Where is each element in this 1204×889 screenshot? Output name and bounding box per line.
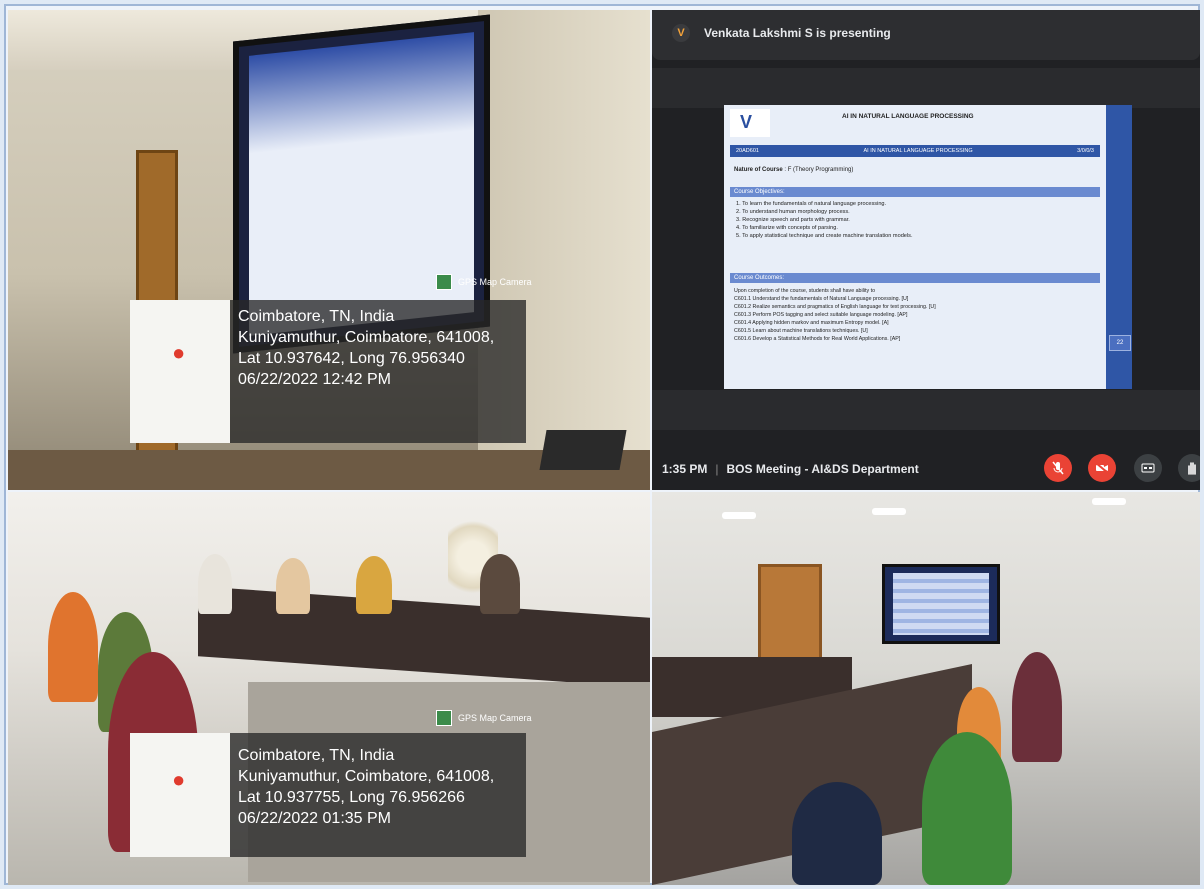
stage-band [652,68,1200,108]
course-code: 20AD601 [736,148,759,154]
gps-address: Kuniyamuthur, Coimbatore, 641008, [238,329,495,346]
gps-tag-label: GPS Map Camera [458,277,532,287]
projector-device [539,430,627,470]
gps-camera-tag: GPS Map Camera [436,710,532,726]
gps-coordinates: Lat 10.937642, Long 76.956340 [238,350,465,367]
objective-item: 1. To learn the fundamentals of natural … [736,201,887,207]
photo-conference-room-meeting: GPS Map Camera ● Coimbatore, TN, India K… [8,492,650,885]
gps-mini-map: ● [130,733,230,857]
ceiling-light [722,512,756,519]
participant [48,592,98,702]
objectives-header: Course Objectives: [730,187,1100,197]
gps-tag-label: GPS Map Camera [458,713,532,723]
participant [480,554,520,614]
raise-hand-icon[interactable] [1178,454,1200,482]
gps-camera-tag: GPS Map Camera [436,274,532,290]
objectives-list: 1. To learn the fundamentals of natural … [736,200,913,240]
slide-side-strip: 22 [1106,105,1132,389]
gps-timestamp: 06/22/2022 01:35 PM [238,810,392,827]
outcomes-intro: Upon completion of the course, students … [734,288,876,294]
objective-item: 5. To apply statistical technique and cr… [736,233,913,239]
nature-label: Nature of Course [734,167,783,173]
participant [922,732,1012,885]
outcome-item: C601.3 Perform POS tagging and select su… [734,312,908,318]
meeting-name: BOS Meeting - AI&DS Department [726,462,919,476]
outcome-item: C601.2 Realize semantics and pragmatics … [734,304,936,310]
outcome-item: C601.5 Learn about machine translations … [734,328,868,334]
ceiling-light [872,508,906,515]
participant [276,558,310,614]
captions-icon[interactable] [1134,454,1162,482]
gps-mini-map: ● [130,300,230,443]
map-pin-icon: ● [172,340,186,365]
outcomes-list: Upon completion of the course, students … [734,287,936,343]
course-header: 20AD601 AI IN NATURAL LANGUAGE PROCESSIN… [730,145,1100,157]
outcomes-header: Course Outcomes: [730,273,1100,283]
meeting-bottom-bar: 1:35 PM | BOS Meeting - AI&DS Department [662,462,919,476]
presentation-slide: V AI IN NATURAL LANGUAGE PROCESSING 20AD… [724,105,1106,389]
gps-timestamp: 06/22/2022 12:42 PM [238,371,392,388]
objective-item: 2. To understand human morphology proces… [736,209,850,215]
display-content [893,573,989,635]
gps-text: Coimbatore, TN, India Kuniyamuthur, Coim… [238,306,494,390]
wooden-door [758,564,822,666]
outcome-item: C601.1 Understand the fundamentals of Na… [734,296,909,302]
ceiling-light [1092,498,1126,505]
photo-classroom-projector: GPS Map Camera ● Coimbatore, TN, India K… [8,10,650,490]
mic-off-icon[interactable] [1044,454,1072,482]
gps-camera-icon [436,710,452,726]
course-name: AI IN NATURAL LANGUAGE PROCESSING [863,148,973,154]
participant [356,556,392,614]
presenter-avatar: V [672,24,690,42]
meeting-screenshot: V Venkata Lakshmi S is presenting V AI I… [652,10,1200,490]
camera-off-icon[interactable] [1088,454,1116,482]
gps-address: Kuniyamuthur, Coimbatore, 641008, [238,768,495,785]
course-credits: 3/0/0/3 [1077,148,1094,154]
stage-band-lower [652,390,1200,430]
presenter-status: Venkata Lakshmi S is presenting [704,26,891,40]
outcome-item: C601.6 Develop a Statistical Methods for… [734,336,901,342]
photo-room-with-display [652,492,1200,885]
nature-value: : F (Theory Programming) [784,167,854,173]
slide-page-number: 22 [1109,335,1131,351]
conference-table [198,586,650,688]
gps-info-box: ● Coimbatore, TN, India Kuniyamuthur, Co… [130,733,526,857]
meeting-time: 1:35 PM [662,462,708,476]
gps-location: Coimbatore, TN, India [238,747,395,764]
participant [1012,652,1062,762]
map-pin-icon: ● [172,767,186,792]
college-logo: V [730,109,770,137]
gps-info-box: ● Coimbatore, TN, India Kuniyamuthur, Co… [130,300,526,443]
wall-display [882,564,1000,644]
objective-item: 3. Recognize speech and parts with gramm… [736,217,850,223]
gps-coordinates: Lat 10.937755, Long 76.956266 [238,789,465,806]
nature-of-course: Nature of Course : F (Theory Programming… [734,167,853,173]
participant [198,554,232,614]
participant [792,782,882,885]
slide-title: AI IN NATURAL LANGUAGE PROCESSING [842,113,974,120]
gps-location: Coimbatore, TN, India [238,308,395,325]
objective-item: 4. To familiarize with concepts of parsi… [736,225,838,231]
projected-slide [249,32,474,336]
outcome-item: C601.4 Applying hidden markov and maximu… [734,320,889,326]
presenter-bar: V Venkata Lakshmi S is presenting [652,10,1200,60]
gps-text: Coimbatore, TN, India Kuniyamuthur, Coim… [238,745,494,829]
gps-camera-icon [436,274,452,290]
